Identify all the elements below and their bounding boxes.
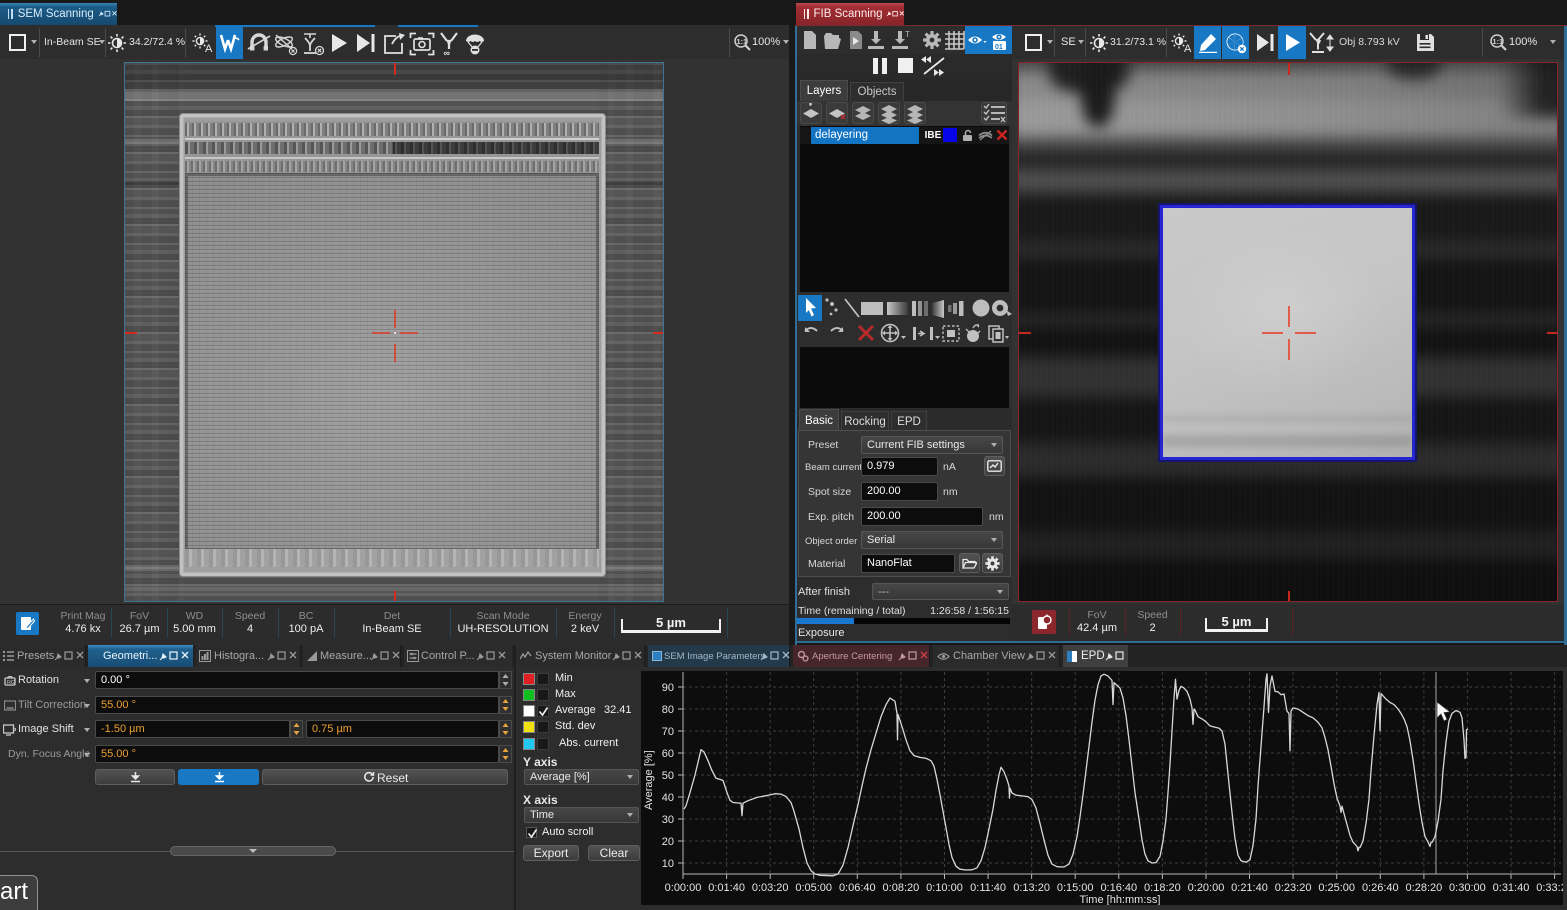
svg-text:10: 10: [662, 858, 674, 870]
svg-text:Time [hh:mm:ss]: Time [hh:mm:ss]: [1080, 894, 1161, 905]
svg-text:1:1: 1:1: [736, 37, 747, 46]
svg-text:1:1: 1:1: [1492, 37, 1503, 46]
svg-text:0:31:40: 0:31:40: [1493, 882, 1530, 894]
svg-text:0:10:00: 0:10:00: [926, 882, 963, 894]
svg-text:A: A: [1184, 43, 1192, 54]
svg-text:RG: RG: [7, 680, 15, 686]
svg-text:50: 50: [662, 770, 674, 782]
svg-text:T: T: [905, 30, 910, 39]
svg-text:Average [%]: Average [%]: [643, 750, 655, 810]
svg-text:0:06:40: 0:06:40: [839, 882, 876, 894]
svg-text:0:00:00: 0:00:00: [665, 882, 702, 894]
svg-text:70: 70: [662, 726, 674, 738]
svg-text:01: 01: [995, 44, 1003, 51]
svg-text:20: 20: [662, 836, 674, 848]
svg-text:90: 90: [662, 682, 674, 694]
svg-text:30: 30: [662, 814, 674, 826]
svg-text:0:28:20: 0:28:20: [1406, 882, 1443, 894]
svg-text:0:15:00: 0:15:00: [1057, 882, 1094, 894]
svg-text:0:16:40: 0:16:40: [1100, 882, 1137, 894]
svg-text:80: 80: [662, 704, 674, 716]
svg-text:0:03:20: 0:03:20: [752, 882, 789, 894]
svg-text:0:05:00: 0:05:00: [795, 882, 832, 894]
svg-text:0:23:20: 0:23:20: [1275, 882, 1312, 894]
svg-text:0:21:40: 0:21:40: [1231, 882, 1268, 894]
svg-text:0:25:00: 0:25:00: [1318, 882, 1355, 894]
svg-text:A: A: [205, 43, 213, 54]
svg-text:0:01:40: 0:01:40: [708, 882, 745, 894]
svg-text:60: 60: [662, 748, 674, 760]
svg-text:0:26:40: 0:26:40: [1362, 882, 1399, 894]
svg-text:0:11:40: 0:11:40: [970, 882, 1006, 894]
svg-text:0:08:20: 0:08:20: [883, 882, 920, 894]
svg-text:0:33:20: 0:33:20: [1536, 882, 1563, 894]
svg-text:0:18:20: 0:18:20: [1144, 882, 1181, 894]
svg-text:40: 40: [662, 792, 674, 804]
svg-text:0:13:20: 0:13:20: [1013, 882, 1050, 894]
svg-text:0:20:00: 0:20:00: [1188, 882, 1225, 894]
svg-text:∞: ∞: [444, 48, 451, 57]
svg-text:0:30:00: 0:30:00: [1449, 882, 1486, 894]
